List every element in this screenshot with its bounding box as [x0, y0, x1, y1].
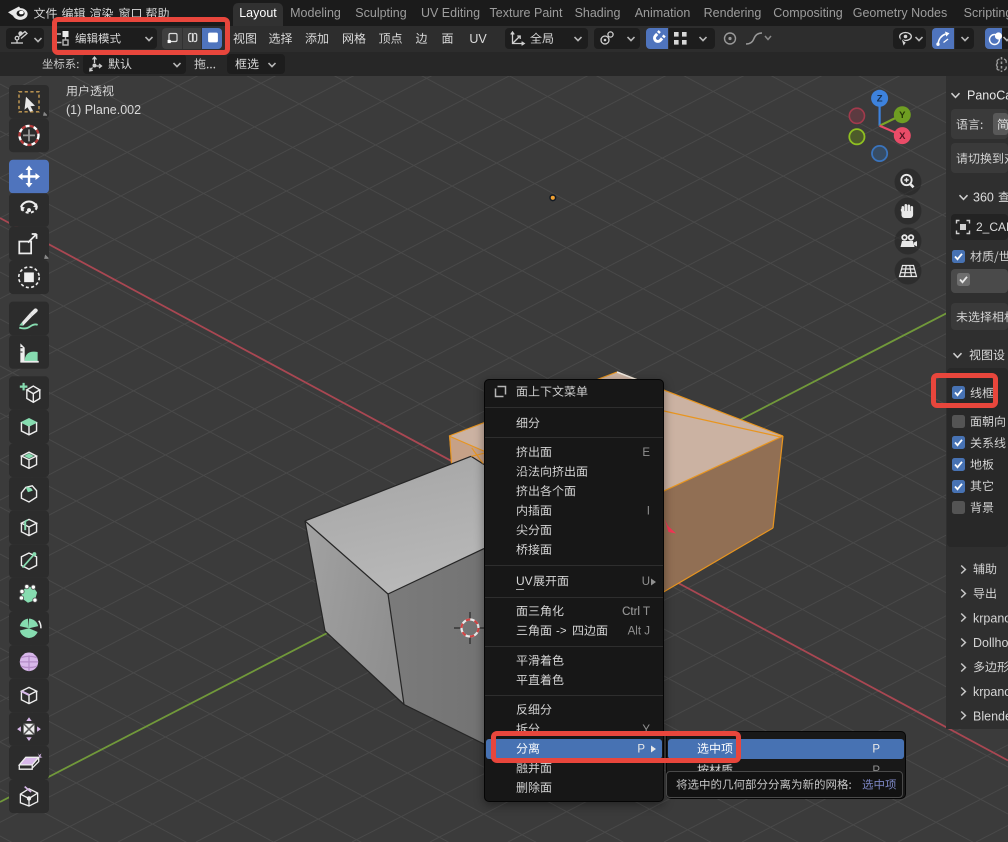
svg-text:P: P [872, 744, 880, 756]
svg-text:X: X [899, 131, 906, 142]
svg-text:Y: Y [899, 110, 906, 121]
svg-text:Z: Z [877, 94, 883, 105]
